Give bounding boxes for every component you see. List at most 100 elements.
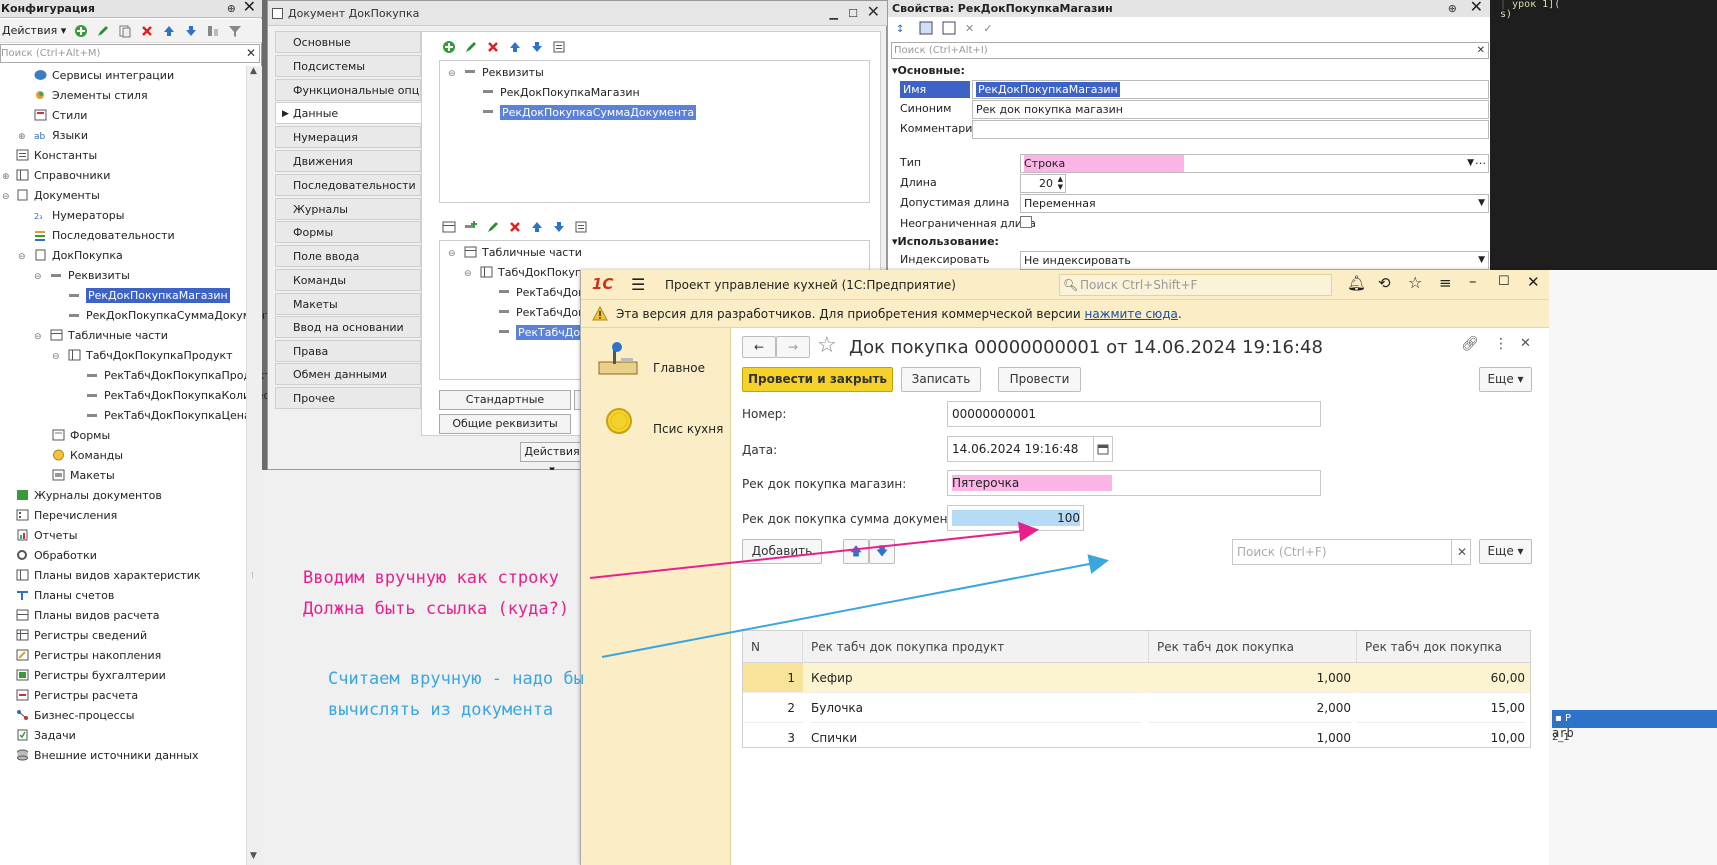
section-usage[interactable]: ▾Использование: (892, 235, 999, 248)
collapse-icon[interactable]: ⊖ (52, 347, 62, 367)
delete-icon[interactable] (140, 24, 154, 38)
tree-item-attributes[interactable]: ⊖ Реквизиты (448, 63, 544, 83)
tree-item-tab-attr-product[interactable]: РекТабчДокПокупкаПродукт (86, 366, 271, 386)
tree-item-languages[interactable]: ⊕ ab Языки (18, 126, 88, 146)
tree-item-calc-types[interactable]: Планы видов расчета (16, 606, 160, 626)
tab-subsystems[interactable]: Подсистемы (275, 55, 421, 77)
expand-icon[interactable]: ⊕ (2, 167, 12, 187)
collapse-icon[interactable]: ⊖ (448, 64, 458, 84)
close-icon[interactable]: ✕ (1470, 0, 1483, 15)
favorites-star-icon[interactable]: ☆ (1408, 273, 1422, 292)
tree-item-forms[interactable]: Формы (52, 426, 110, 446)
tree-item-integration-services[interactable]: Сервисы интеграции (34, 66, 174, 86)
move-down-icon[interactable] (530, 40, 544, 54)
column-header-quantity[interactable]: Рек табч док покупка количество (1149, 631, 1357, 686)
tree-item-tabular-sections[interactable]: ⊖ Табличные части (448, 243, 582, 263)
tree-item-acc-registers[interactable]: Регистры бухгалтерии (16, 666, 166, 686)
tab-numbering[interactable]: Нумерация (275, 126, 421, 148)
tree-item-constants[interactable]: Константы (16, 146, 97, 166)
unlimited-length-checkbox[interactable] (1020, 216, 1032, 228)
tree-item-dokpokupka[interactable]: ⊖ ДокПокупка (18, 246, 123, 266)
allowed-length-select[interactable]: Переменная ▼ (1020, 194, 1489, 213)
collapse-icon[interactable]: ⊖ (34, 267, 44, 287)
table-row[interactable]: 3 Спички 1,000 10,00 (743, 723, 1530, 753)
tree-item-tabular-product[interactable]: ⊖ ТабчДокПокупка (464, 263, 595, 283)
shop-input[interactable]: Пятерочка (947, 470, 1321, 496)
dropdown-icon[interactable]: ▼ (1478, 195, 1485, 212)
tree-item-business-processes[interactable]: Бизнес-процессы (16, 706, 134, 726)
edit-icon[interactable] (96, 24, 110, 38)
move-down-icon[interactable] (552, 220, 566, 234)
scroll-up-icon[interactable]: ▲ (250, 66, 257, 76)
sort-icon[interactable] (206, 24, 220, 38)
table-icon[interactable] (442, 220, 456, 234)
move-down-icon[interactable] (184, 24, 198, 38)
purchase-link[interactable]: нажмите сюда (1084, 307, 1177, 321)
length-input[interactable]: 20 ▲ ▼ (1020, 174, 1066, 193)
close-icon[interactable]: ✕ (867, 0, 880, 24)
add-column-icon[interactable] (464, 220, 478, 234)
table-row[interactable]: 1 Кефир 1,000 60,00 (743, 663, 1530, 693)
actions-menu[interactable]: Действия ▾ (2, 24, 66, 37)
clear-search-icon[interactable]: ✕ (1477, 43, 1485, 58)
number-input[interactable]: 00000000001 (947, 401, 1321, 427)
dropdown-icon[interactable]: ▼ (1478, 252, 1485, 269)
date-input[interactable]: 14.06.2024 19:16:48 (947, 436, 1094, 462)
filter-icon[interactable] (228, 24, 242, 38)
favorite-star-icon[interactable]: ☆ (817, 333, 837, 358)
add-icon[interactable] (442, 40, 456, 54)
move-up-icon[interactable] (508, 40, 522, 54)
tree-item-attributes[interactable]: ⊖ Реквизиты (34, 266, 130, 286)
index-select[interactable]: Не индексировать ▼ (1020, 251, 1489, 270)
settings-menu-icon[interactable]: ≡ (1439, 274, 1452, 292)
common-attributes-button[interactable]: Общие реквизиты (439, 414, 571, 434)
tree-item-attr-shop[interactable]: РекДокПокупкаМагазин (68, 286, 230, 306)
move-up-icon[interactable] (530, 220, 544, 234)
categorize-icon[interactable] (919, 21, 933, 35)
tab-input-based[interactable]: Ввод на основании (275, 316, 421, 338)
more-button[interactable]: Еще ▾ (1479, 367, 1532, 392)
minimize-icon[interactable]: ▁ (830, 1, 838, 26)
dropdown-icon[interactable]: ▼ (1467, 155, 1474, 172)
standard-attributes-button[interactable]: Стандартные реквизиты (439, 390, 571, 424)
table-more-button[interactable]: Еще ▾ (1479, 539, 1532, 564)
close-icon[interactable]: ✕ (243, 0, 256, 16)
pin-icon[interactable]: ⊕ (227, 0, 236, 18)
tab-journals[interactable]: Журналы (275, 198, 421, 220)
clear-search-icon[interactable]: ✕ (246, 45, 256, 62)
tab-rights[interactable]: Права (275, 340, 421, 362)
table-search-input[interactable]: Поиск (Ctrl+F) (1232, 539, 1452, 565)
tab-data[interactable]: ▶ Данные (275, 102, 423, 124)
add-row-button[interactable]: Добавить (742, 539, 822, 564)
tree-item-templates[interactable]: Макеты (52, 466, 115, 486)
tree-item-sequences[interactable]: Последовательности (34, 226, 175, 246)
tree-item-commands[interactable]: Команды (52, 446, 123, 466)
forward-button[interactable]: → (776, 336, 810, 358)
tree-item-calc-registers[interactable]: Регистры расчета (16, 686, 138, 706)
list-icon[interactable] (574, 220, 588, 234)
tree-item-tab-attr-qty[interactable]: РекТабчДокП (498, 303, 593, 323)
move-up-button[interactable]: 🡅 (843, 539, 869, 564)
maximize-icon[interactable]: ☐ (848, 1, 858, 26)
table-row[interactable]: 2 Булочка 2,000 15,00 (743, 693, 1530, 723)
post-and-close-button[interactable]: Провести и закрыть (742, 367, 893, 392)
calendar-button[interactable] (1093, 436, 1113, 462)
copy-icon[interactable] (118, 24, 132, 38)
tree-item-attr-sum[interactable]: РекДокПокупкаСуммаДокумента (482, 103, 697, 123)
tree-item-accum-registers[interactable]: Регистры накопления (16, 646, 161, 666)
tab-other[interactable]: Прочее (275, 387, 421, 409)
section-kitchen[interactable]: Псис кухня (653, 422, 723, 436)
tree-item-doc-journals[interactable]: Журналы документов (16, 486, 162, 506)
ellipsis-icon[interactable]: … (1475, 152, 1486, 169)
tree-item-external-sources[interactable]: Внешние источники данных (16, 746, 199, 766)
tree-item-numerators[interactable]: 2₃ Нумераторы (34, 206, 124, 226)
section-main[interactable]: ▾Основные: (892, 64, 965, 77)
tree-item-tab-attr-product[interactable]: РекТабчДокП (498, 283, 593, 303)
tab-input-field[interactable]: Поле ввода (275, 245, 421, 267)
global-search-input[interactable]: 🔍︎ Поиск Ctrl+Shift+F (1059, 274, 1332, 296)
collapse-icon[interactable]: ⊖ (448, 244, 458, 264)
collapse-icon[interactable]: ⊖ (18, 247, 28, 267)
move-down-button[interactable]: 🡇 (869, 539, 895, 564)
tree-item-tab-attr-price[interactable]: РекТабчДокПокупкаЦена (86, 406, 251, 426)
tab-functional-options[interactable]: Функциональные опции (275, 79, 421, 101)
